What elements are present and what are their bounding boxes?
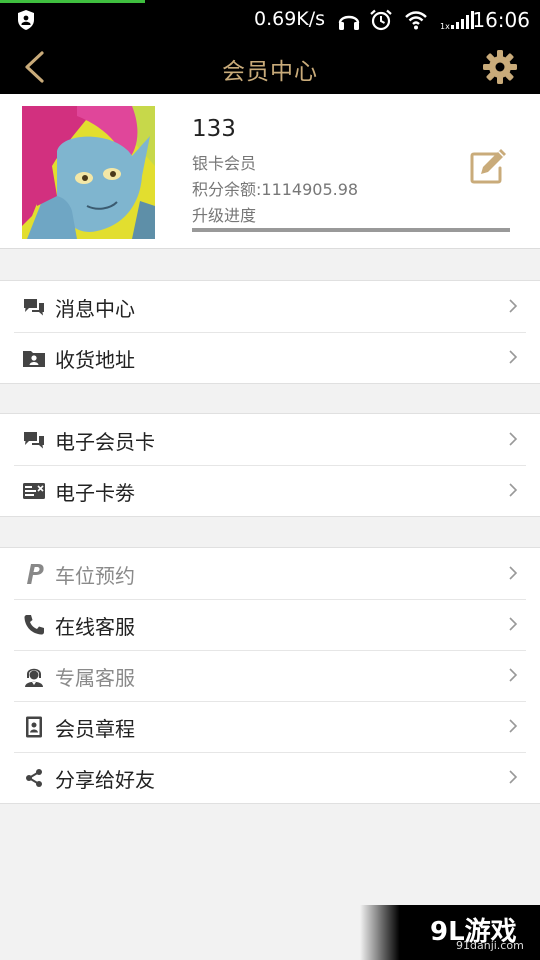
parking-icon (27, 564, 44, 584)
download-progress-indicator (0, 0, 145, 3)
menu-item-online-support[interactable]: 在线客服 (0, 599, 540, 650)
watermark-url: 91danji.com (456, 939, 524, 952)
clock: 16:06 (472, 8, 530, 32)
menu-item-label: 收货地址 (55, 348, 135, 372)
menu-item-message-center[interactable]: 消息中心 (0, 281, 540, 332)
menu-group-3: 车位预约 在线客服 专属客服 会员章程 分享给好友 (0, 547, 540, 804)
profile-card: 133 银卡会员 积分余额:1114905.98 升级进度 (0, 94, 540, 249)
menu-group-1: 消息中心 收货地址 (0, 280, 540, 384)
network-speed: 0.69K/s (254, 8, 326, 30)
wifi-icon (405, 11, 427, 30)
points-balance: 积分余额:1114905.98 (192, 180, 359, 199)
menu-item-member-charter[interactable]: 会员章程 (0, 701, 540, 752)
upgrade-progress-label: 升级进度 (192, 206, 257, 225)
signal-icon: 1x (440, 11, 474, 31)
menu-item-e-member-card[interactable]: 电子会员卡 (0, 414, 540, 465)
page-title: 会员中心 (222, 59, 318, 85)
menu-item-label: 车位预约 (55, 564, 135, 588)
chevron-right-icon (509, 719, 518, 733)
site-watermark: 9L游戏 91danji.com (360, 905, 540, 960)
upgrade-progress-bar (192, 228, 510, 232)
menu-item-e-coupons[interactable]: 电子卡劵 (0, 465, 540, 516)
menu-item-label: 消息中心 (55, 297, 135, 321)
menu-item-label: 分享给好友 (55, 768, 155, 792)
headphones-icon (338, 15, 360, 30)
menu-item-label: 专属客服 (55, 666, 135, 690)
app-header: 会员中心 (0, 40, 540, 94)
share-icon (26, 769, 42, 787)
phone-icon (24, 615, 44, 635)
alarm-icon (370, 9, 392, 31)
menu-item-dedicated-support[interactable]: 专属客服 (0, 650, 540, 701)
menu-item-label: 电子卡劵 (55, 481, 135, 505)
chevron-right-icon (509, 299, 518, 313)
avatar[interactable] (22, 106, 155, 239)
menu-item-parking-reservation[interactable]: 车位预约 (0, 548, 540, 599)
chevron-right-icon (509, 566, 518, 580)
chevron-right-icon (509, 668, 518, 682)
address-folder-icon (23, 351, 45, 367)
menu-item-share-with-friends[interactable]: 分享给好友 (0, 752, 540, 803)
username: 133 (192, 116, 236, 142)
edit-profile-button[interactable] (468, 146, 508, 186)
menu-group-2: 电子会员卡 电子卡劵 (0, 413, 540, 517)
menu-item-label: 电子会员卡 (55, 430, 155, 454)
edit-icon (470, 149, 506, 184)
agent-icon (25, 668, 43, 687)
settings-button[interactable] (482, 49, 518, 85)
member-doc-icon (26, 716, 42, 738)
chat-bubbles-icon (24, 299, 44, 316)
chat-bubbles-icon (24, 432, 44, 449)
chevron-right-icon (509, 770, 518, 784)
status-bar: 0.69K/s 1x 16:06 (0, 0, 540, 40)
chevron-right-icon (509, 432, 518, 446)
upgrade-progress-fill (192, 228, 510, 232)
ticket-icon (23, 483, 45, 499)
shield-icon (18, 10, 34, 30)
menu-item-label: 会员章程 (55, 717, 135, 741)
menu-item-label: 在线客服 (55, 615, 135, 639)
chevron-right-icon (509, 483, 518, 497)
chevron-right-icon (509, 350, 518, 364)
chevron-right-icon (509, 617, 518, 631)
member-level: 银卡会员 (192, 154, 257, 173)
menu-item-shipping-address[interactable]: 收货地址 (0, 332, 540, 383)
svg-text:1x: 1x (440, 22, 450, 31)
